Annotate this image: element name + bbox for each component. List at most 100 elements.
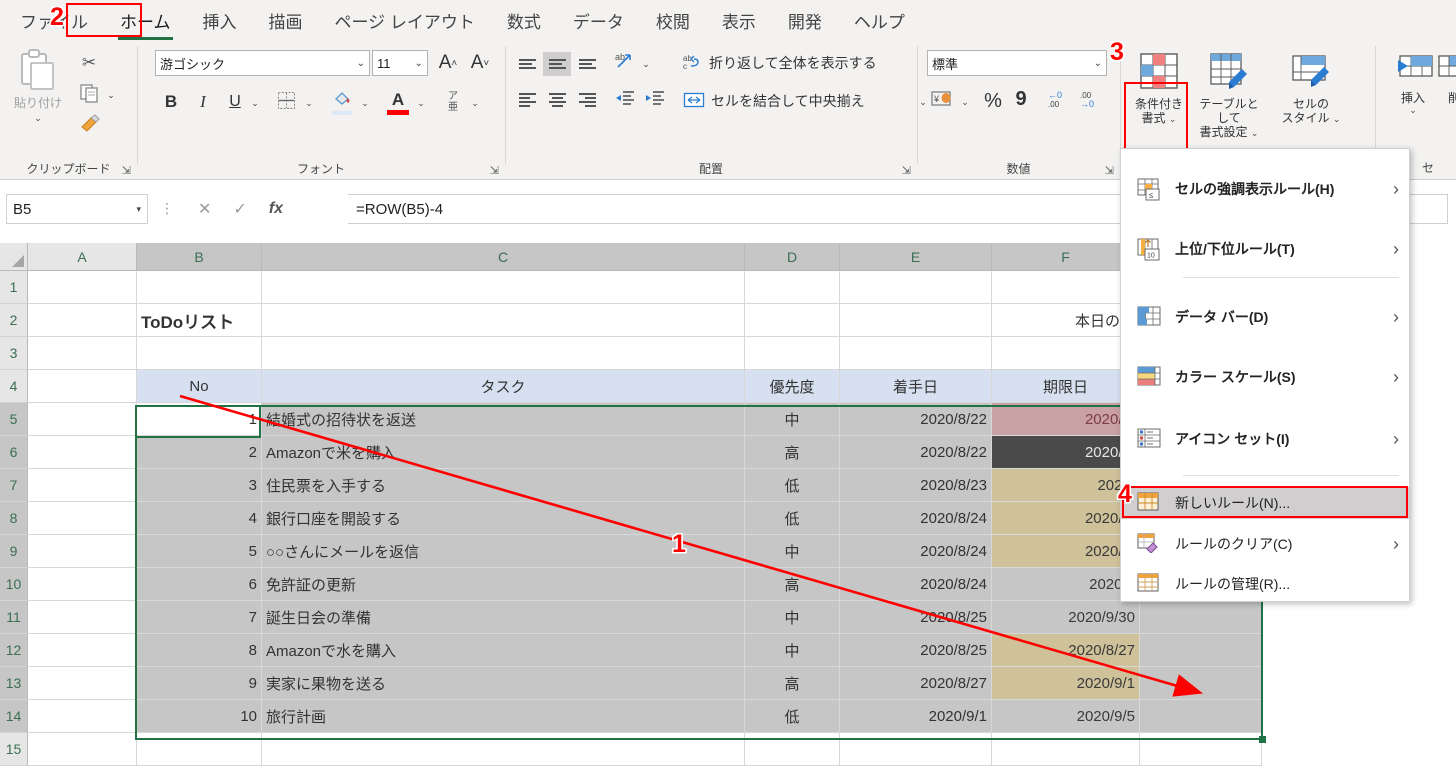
bold-button[interactable]: B <box>157 88 185 116</box>
copy-button[interactable] <box>76 82 102 108</box>
cell-A15[interactable] <box>28 733 137 766</box>
cell-C11-task[interactable]: 誕生日会の準備 <box>262 601 745 634</box>
cell-B10-no[interactable]: 6 <box>137 568 262 601</box>
cell-A13[interactable] <box>28 667 137 700</box>
cell-F9-due[interactable]: 2020/8/ <box>992 535 1140 568</box>
menu-item-1[interactable]: 10 上位/下位ルール(T) › <box>1121 221 1411 277</box>
font-family-combobox[interactable]: 游ゴシック ⌄ <box>155 50 370 76</box>
number-format-combobox[interactable]: 標準 ⌄ <box>927 50 1107 76</box>
paste-button[interactable]: 貼り付け ⌄ <box>8 48 68 124</box>
cell-B8-no[interactable]: 4 <box>137 502 262 535</box>
cell-C1[interactable] <box>262 271 745 304</box>
row-header-10[interactable]: 10 <box>0 568 28 601</box>
cell-E10-start[interactable]: 2020/8/24 <box>840 568 992 601</box>
underline-chevron-down-icon[interactable]: ⌄ <box>247 92 263 114</box>
cell-C12-task[interactable]: Amazonで水を購入 <box>262 634 745 667</box>
cell-F14-due[interactable]: 2020/9/5 <box>992 700 1140 733</box>
row-header-15[interactable]: 15 <box>0 733 28 766</box>
font-color-chevron-down-icon[interactable]: ⌄ <box>413 92 429 114</box>
cell-G14[interactable] <box>1140 700 1262 733</box>
font-size-combobox[interactable]: 11 ⌄ <box>372 50 428 76</box>
cut-button[interactable]: ✂ <box>76 50 102 76</box>
row-header-4[interactable]: 4 <box>0 370 28 403</box>
cell-A5[interactable] <box>28 403 137 436</box>
merge-and-center-button[interactable]: セルを結合して中央揃え <box>683 88 913 114</box>
column-header-B[interactable]: B <box>137 243 262 271</box>
cell-D8-priority[interactable]: 低 <box>745 502 840 535</box>
cell-A11[interactable] <box>28 601 137 634</box>
cell-F15[interactable] <box>992 733 1140 766</box>
cell-C4-header-task[interactable]: タスク <box>262 370 745 403</box>
decrease-font-size-button[interactable]: A ˅ <box>465 50 495 76</box>
chevron-down-icon[interactable]: ⌄ <box>412 58 423 69</box>
menu-item-0[interactable]: ≤ セルの強調表示ルール(H) › <box>1121 161 1411 217</box>
cell-C7-task[interactable]: 住民票を入手する <box>262 469 745 502</box>
column-header-C[interactable]: C <box>262 243 745 271</box>
cell-E7-start[interactable]: 2020/8/23 <box>840 469 992 502</box>
accounting-format-button[interactable]: ¥ <box>927 88 957 114</box>
cell-D4-header-priority[interactable]: 優先度 <box>745 370 840 403</box>
ribbon-tab-3[interactable]: 描画 <box>257 4 315 37</box>
cell-D9-priority[interactable]: 中 <box>745 535 840 568</box>
row-header-7[interactable]: 7 <box>0 469 28 502</box>
row-header-8[interactable]: 8 <box>0 502 28 535</box>
row-header-5[interactable]: 5 <box>0 403 28 436</box>
fill-color-chevron-down-icon[interactable]: ⌄ <box>357 92 373 114</box>
cell-C15[interactable] <box>262 733 745 766</box>
align-center-button[interactable] <box>543 88 571 112</box>
select-all-corner[interactable] <box>0 243 28 271</box>
cell-B12-no[interactable]: 8 <box>137 634 262 667</box>
cell-A4[interactable] <box>28 370 137 403</box>
cell-D6-priority[interactable]: 高 <box>745 436 840 469</box>
cell-C13-task[interactable]: 実家に果物を送る <box>262 667 745 700</box>
column-header-A[interactable]: A <box>28 243 137 271</box>
format-painter-button[interactable] <box>76 112 104 138</box>
borders-button[interactable] <box>271 88 301 116</box>
menu-item-3[interactable]: カラー スケール(S) › <box>1121 349 1411 405</box>
column-header-D[interactable]: D <box>745 243 840 271</box>
ribbon-tab-1[interactable]: ホーム <box>108 4 183 41</box>
cell-G13[interactable] <box>1140 667 1262 700</box>
cell-C14-task[interactable]: 旅行計画 <box>262 700 745 733</box>
wrap-text-button[interactable]: ab c 折り返して全体を表示する <box>683 50 933 76</box>
cell-D1[interactable] <box>745 271 840 304</box>
ribbon-tab-2[interactable]: 挿入 <box>191 4 249 37</box>
cell-F13-due[interactable]: 2020/9/1 <box>992 667 1140 700</box>
row-header-9[interactable]: 9 <box>0 535 28 568</box>
menu-item-7[interactable]: ルールの管理(R)... <box>1121 567 1411 601</box>
cell-A12[interactable] <box>28 634 137 667</box>
cell-C6-task[interactable]: Amazonで米を購入 <box>262 436 745 469</box>
accounting-chevron-down-icon[interactable]: ⌄ <box>957 92 973 112</box>
cell-G12[interactable] <box>1140 634 1262 667</box>
fill-handle[interactable] <box>1259 736 1266 743</box>
copy-chevron-down-icon[interactable]: ⌄ <box>104 85 118 105</box>
cell-A6[interactable] <box>28 436 137 469</box>
cell-F1[interactable] <box>992 271 1140 304</box>
menu-item-4[interactable]: アイコン セット(I) › <box>1121 411 1411 467</box>
align-middle-button[interactable] <box>543 52 571 76</box>
underline-button[interactable]: U <box>221 88 249 116</box>
cell-C3[interactable] <box>262 337 745 370</box>
italic-button[interactable]: I <box>189 88 217 116</box>
cell-B11-no[interactable]: 7 <box>137 601 262 634</box>
cell-E3[interactable] <box>840 337 992 370</box>
clipboard-dialog-launcher[interactable]: ⇲ <box>122 164 131 177</box>
align-bottom-button[interactable] <box>573 52 601 76</box>
align-left-button[interactable] <box>513 88 541 112</box>
cell-A14[interactable] <box>28 700 137 733</box>
delete-cells-button[interactable]: 削 <box>1434 46 1456 105</box>
cell-D7-priority[interactable]: 低 <box>745 469 840 502</box>
ribbon-tab-10[interactable]: ヘルプ <box>842 4 917 37</box>
ribbon-tab-9[interactable]: 開発 <box>776 4 834 37</box>
fx-icon[interactable]: fx <box>269 200 283 218</box>
cell-E14-start[interactable]: 2020/9/1 <box>840 700 992 733</box>
cell-B3[interactable] <box>137 337 262 370</box>
cell-E9-start[interactable]: 2020/8/24 <box>840 535 992 568</box>
phonetic-chevron-down-icon[interactable]: ⌄ <box>467 92 483 114</box>
cell-D10-priority[interactable]: 高 <box>745 568 840 601</box>
menu-item-2[interactable]: データ バー(D) › <box>1121 289 1411 345</box>
comma-style-button[interactable]: 9 <box>1009 86 1033 112</box>
cell-D12-priority[interactable]: 中 <box>745 634 840 667</box>
cell-D14-priority[interactable]: 低 <box>745 700 840 733</box>
decrease-indent-button[interactable] <box>611 88 639 112</box>
